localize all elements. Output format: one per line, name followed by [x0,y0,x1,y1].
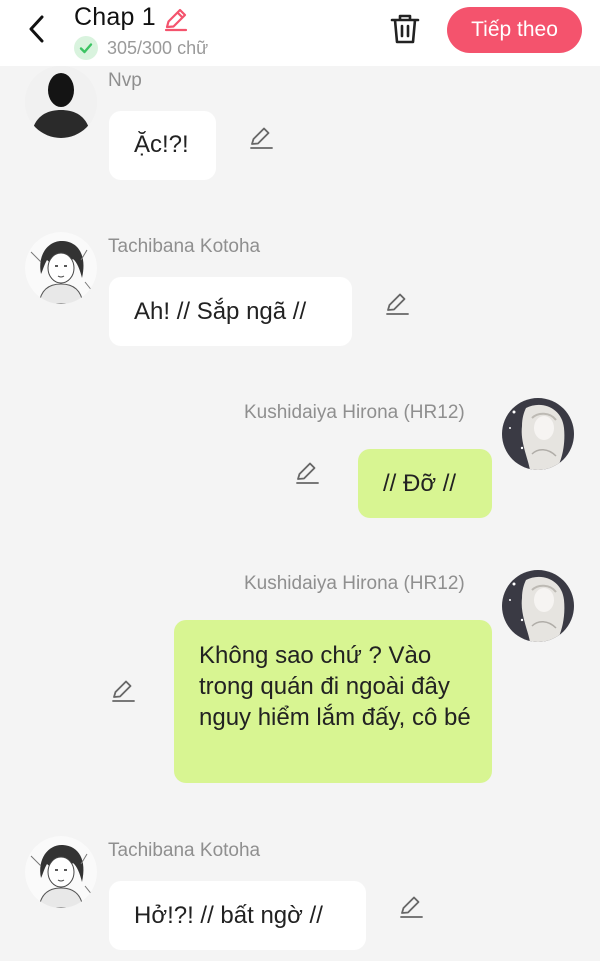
message-text: Ặc!?! [134,131,189,158]
avatar[interactable] [25,232,97,304]
trash-icon [390,14,420,44]
sender-name: Kushidaiya Hirona (HR12) [244,573,465,594]
message-text: Không sao chứ ? Vào trong quán đi ngoài … [199,642,471,731]
sender-name: Kushidaiya Hirona (HR12) [244,402,465,423]
word-count: 305/300 chữ [107,37,209,58]
pencil-icon [296,462,319,484]
pencil-icon [386,293,409,315]
edit-message-button[interactable] [110,678,136,704]
next-button[interactable]: Tiếp theo [447,7,582,53]
message-bubble[interactable]: Ặc!?! [109,111,216,180]
edit-message-button[interactable] [384,291,410,317]
chapter-title[interactable]: Chap 1 [74,3,156,32]
message-bubble[interactable]: Không sao chứ ? Vào trong quán đi ngoài … [174,620,492,783]
top-bar: Chap 1 305/300 chữ Tiếp theo [0,0,600,66]
sender-name: Tachibana Kotoha [108,236,261,257]
avatar[interactable] [502,570,574,642]
pencil-icon [250,127,273,149]
message-bubble[interactable]: Ah! // Sắp ngã // [109,277,352,346]
avatar[interactable] [502,398,574,470]
chevron-left-icon [29,15,44,43]
delete-button[interactable] [388,12,422,46]
pencil-icon [112,680,135,702]
check-circle-icon [74,36,98,60]
avatar[interactable] [25,66,97,138]
edit-message-button[interactable] [248,125,274,151]
edit-title-button[interactable] [163,6,189,32]
message-text: // Đỡ // [383,470,457,497]
edit-message-button[interactable] [398,894,424,920]
avatar[interactable] [25,836,97,908]
sender-name: Tachibana Kotoha [108,840,261,861]
back-button[interactable] [22,14,52,44]
message-text: Hở!?! // bất ngờ // [134,902,323,929]
edit-message-button[interactable] [294,460,320,486]
message-bubble[interactable]: // Đỡ // [358,449,492,518]
sender-name: Nvp [108,70,142,91]
message-text: Ah! // Sắp ngã // [134,298,307,325]
message-bubble[interactable]: Hở!?! // bất ngờ // [109,881,366,950]
word-count-status: 305/300 chữ [74,36,208,60]
pencil-icon [400,896,423,918]
pencil-icon [164,8,188,32]
